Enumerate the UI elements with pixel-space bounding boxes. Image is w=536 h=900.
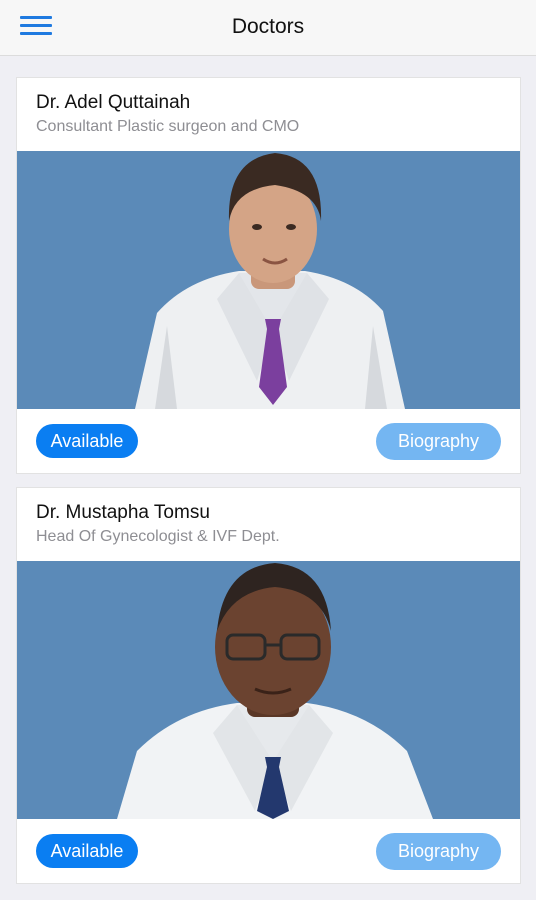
doctor-title: Head Of Gynecologist & IVF Dept. bbox=[36, 528, 280, 545]
biography-button[interactable]: Biography bbox=[376, 423, 501, 460]
page-title: Doctors bbox=[231, 15, 305, 38]
doctor-card-footer: Available Biography bbox=[17, 819, 520, 883]
doctor-card-footer: Available Biography bbox=[17, 409, 520, 473]
navigation-bar: Doctors bbox=[0, 0, 536, 56]
doctor-list: Dr. Adel Quttainah Consultant Plastic su… bbox=[16, 77, 521, 897]
doctor-card-header: Dr. Adel Quttainah Consultant Plastic su… bbox=[17, 78, 520, 151]
biography-button[interactable]: Biography bbox=[376, 833, 501, 870]
doctor-photo bbox=[17, 561, 520, 819]
doctor-name: Dr. Mustapha Tomsu bbox=[36, 502, 210, 523]
doctor-name: Dr. Adel Quttainah bbox=[36, 92, 191, 113]
doctor-card[interactable]: Dr. Adel Quttainah Consultant Plastic su… bbox=[16, 77, 521, 474]
doctor-card[interactable]: Dr. Mustapha Tomsu Head Of Gynecologist … bbox=[16, 487, 521, 884]
doctor-photo bbox=[17, 151, 520, 409]
doctor-title: Consultant Plastic surgeon and CMO bbox=[36, 118, 300, 135]
availability-badge[interactable]: Available bbox=[36, 424, 138, 458]
availability-badge[interactable]: Available bbox=[36, 834, 138, 868]
doctor-card-header: Dr. Mustapha Tomsu Head Of Gynecologist … bbox=[17, 488, 520, 561]
